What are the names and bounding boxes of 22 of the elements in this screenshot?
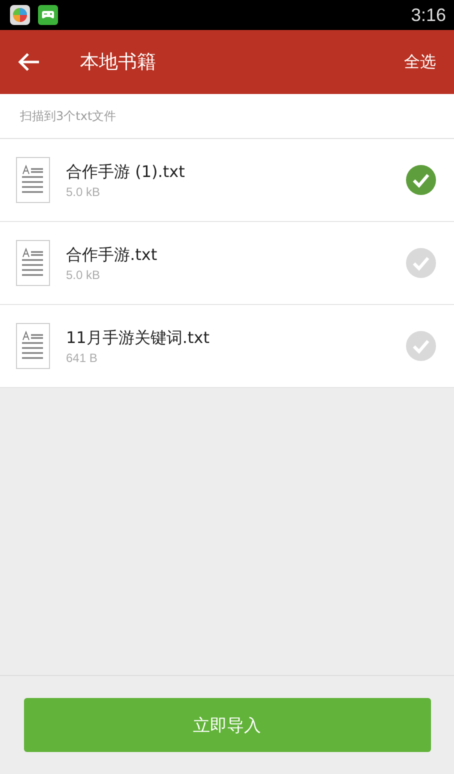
file-size: 5.0 kB [66, 268, 102, 282]
file-size: 641 B [66, 350, 98, 364]
page-title: 本地书籍 [80, 50, 156, 75]
unchecked-circle-icon[interactable] [406, 331, 436, 361]
text-document-icon [16, 240, 50, 286]
file-name: 11月手游关键词.txt [66, 328, 210, 348]
text-document-icon [16, 157, 50, 203]
checked-circle-icon[interactable] [406, 165, 436, 195]
scan-summary: 扫描到3个txt文件 [20, 108, 116, 124]
file-row[interactable]: 合作手游.txt 5.0 kB [0, 222, 454, 305]
file-name: 合作手游.txt [66, 244, 158, 266]
text-document-icon [16, 323, 50, 369]
ball-app-icon [10, 5, 30, 25]
unchecked-circle-icon[interactable] [406, 248, 436, 278]
clock-time: 3:16 [410, 4, 446, 26]
gamepad-icon [38, 5, 58, 25]
file-row[interactable]: 11月手游关键词.txt 641 B [0, 305, 454, 388]
file-name: 合作手游 (1).txt [66, 162, 186, 182]
back-arrow-icon[interactable] [18, 52, 40, 72]
file-size: 5.0 kB [66, 184, 102, 198]
select-all-button[interactable]: 全选 [404, 48, 436, 76]
file-row[interactable]: 合作手游 (1).txt 5.0 kB [0, 139, 454, 222]
